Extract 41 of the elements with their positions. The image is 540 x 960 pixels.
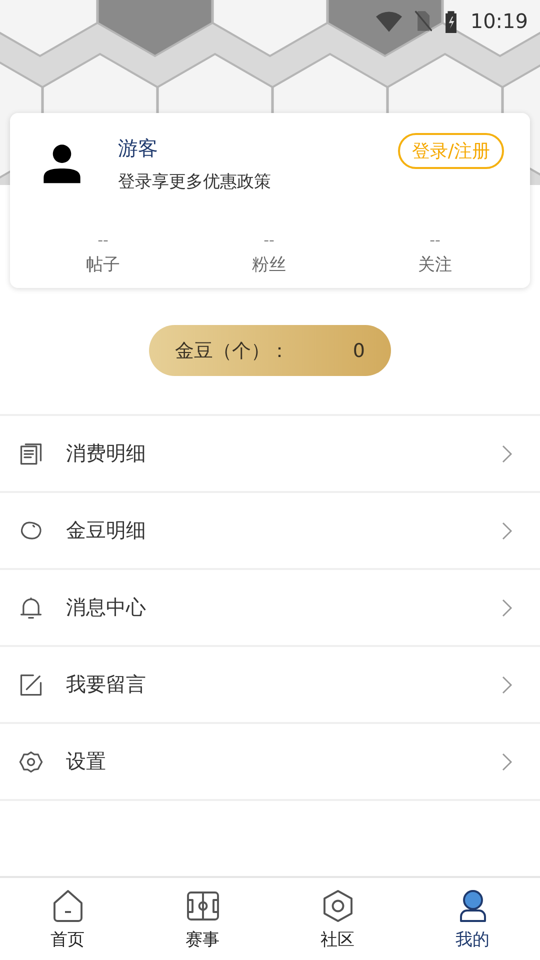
tab-label: 首页 bbox=[50, 929, 84, 951]
menu-label: 消费明细 bbox=[66, 440, 147, 467]
menu-item[interactable]: 消息中心 bbox=[0, 570, 540, 647]
settings-icon bbox=[18, 748, 44, 774]
user-name: 游客 bbox=[118, 135, 159, 162]
chevron-icon bbox=[500, 520, 514, 542]
menu-item[interactable]: 设置 bbox=[0, 724, 540, 801]
menu-item[interactable]: 金豆明细 bbox=[0, 493, 540, 570]
menu-label: 金豆明细 bbox=[66, 517, 147, 544]
menu-item[interactable]: 我要留言 bbox=[0, 647, 540, 724]
stat-label[interactable]: 粉丝 bbox=[252, 253, 286, 276]
bell-icon bbox=[18, 594, 44, 620]
bean-balance-label: 金豆（个）： bbox=[175, 338, 289, 364]
menu-label: 设置 bbox=[66, 748, 107, 775]
tab-bar-item[interactable]: 赛事 bbox=[135, 878, 270, 960]
chevron-icon bbox=[500, 674, 514, 696]
tab-label: 我的 bbox=[456, 929, 490, 951]
bean-count: 0 bbox=[352, 340, 365, 362]
menu-item[interactable]: 消费明细 bbox=[0, 416, 540, 493]
menu-label: 消息中心 bbox=[66, 594, 147, 621]
tab-label: 赛事 bbox=[186, 929, 220, 951]
chevron-icon bbox=[500, 750, 514, 772]
stat-value: -- bbox=[98, 231, 108, 249]
tab-bar-item[interactable]: 首页 bbox=[0, 878, 135, 960]
stat-value: -- bbox=[430, 231, 440, 249]
status-time: 10:19 bbox=[470, 9, 528, 33]
tab-label: 社区 bbox=[320, 929, 354, 951]
chevron-icon bbox=[500, 596, 514, 618]
stat-label[interactable]: 关注 bbox=[418, 253, 452, 276]
no-sim-icon bbox=[414, 9, 432, 33]
tab-bar-item[interactable]: 社区 bbox=[270, 878, 405, 960]
login-hint: 登录享更多优惠政策 bbox=[118, 171, 272, 193]
wifi-icon bbox=[376, 10, 402, 32]
document-icon bbox=[18, 440, 44, 466]
chevron-icon bbox=[500, 442, 514, 464]
stat-value: -- bbox=[264, 231, 274, 249]
tab-bar-item[interactable]: 我的 bbox=[405, 878, 540, 960]
stat-label[interactable]: 帖子 bbox=[86, 253, 120, 276]
edit-icon bbox=[18, 672, 44, 698]
menu-label: 我要留言 bbox=[66, 671, 147, 698]
battery-icon bbox=[444, 9, 458, 33]
